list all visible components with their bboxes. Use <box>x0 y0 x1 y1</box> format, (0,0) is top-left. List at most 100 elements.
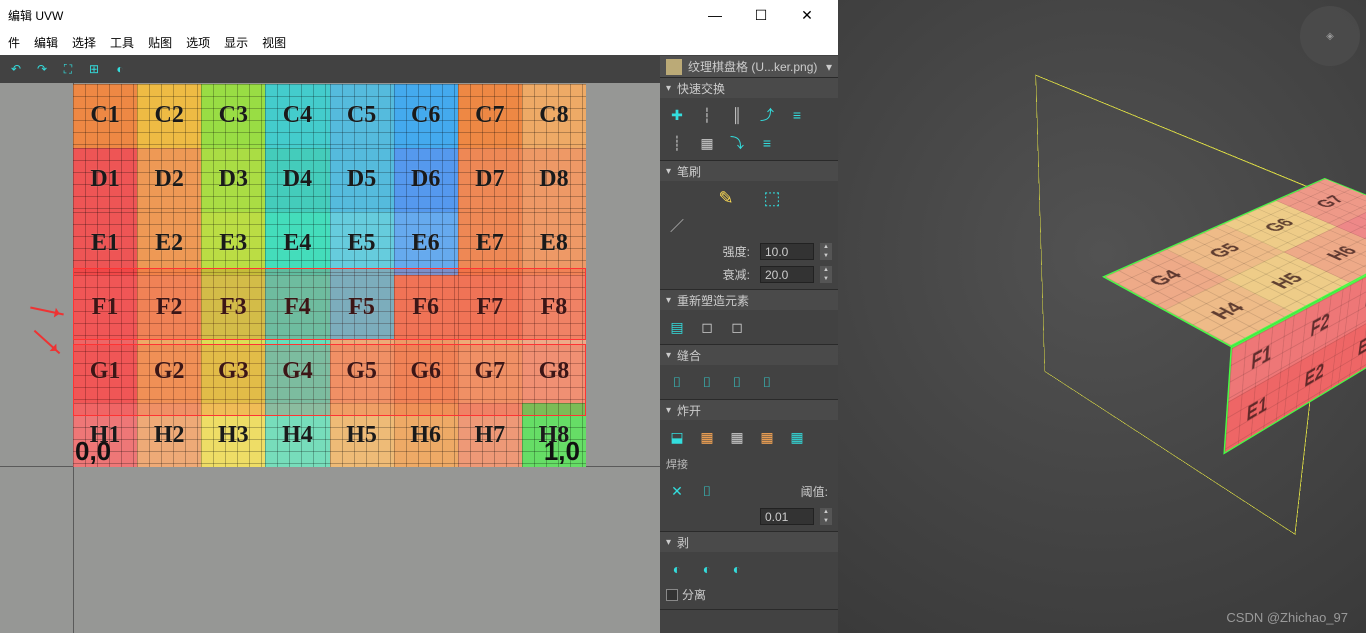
section-header-explode[interactable]: ▾炸开 <box>660 400 838 420</box>
section-reshape: ▾重新塑造元素 ▤ ◻ ◻ <box>660 290 838 345</box>
explode-tool-1[interactable]: ⬓ <box>666 426 688 448</box>
menu-view[interactable]: 视图 <box>262 34 286 51</box>
select-tool-1[interactable]: ⛶ <box>56 57 80 81</box>
section-stitch: ▾缝合 ⌷ ⌷ ⌷ ⌷ <box>660 345 838 400</box>
brush-line-icon[interactable]: ／ <box>666 215 688 237</box>
reshape-tool-2[interactable]: ◻ <box>696 316 718 338</box>
uv-cell-C2: C2 <box>137 84 201 148</box>
section-explode: ▾炸开 ⬓ ▦ ▦ ▦ ▦ 焊接 ✕ ⌷ 阈值: 0.01 ▲▼ <box>660 400 838 532</box>
menu-select[interactable]: 选择 <box>72 34 96 51</box>
stitch-tool-3[interactable]: ⌷ <box>726 371 748 393</box>
menu-file[interactable]: 件 <box>8 34 20 51</box>
viewcube-icon[interactable]: ◈ <box>1300 6 1360 66</box>
watermark: CSDN @Zhichao_97 <box>1226 610 1348 625</box>
uv-cell-D4: D4 <box>265 148 329 212</box>
weld-tool-2[interactable]: ⌷ <box>696 480 718 502</box>
uv-cell-C1: C1 <box>73 84 137 148</box>
maximize-button[interactable]: ☐ <box>738 0 784 30</box>
uv-checker-texture: C1C2C3C4C5C6C7C8D1D2D3D4D5D6D7D8E1E2E3E4… <box>73 84 586 467</box>
spinner-arrows[interactable]: ▲▼ <box>820 243 832 260</box>
texture-dropdown[interactable]: 纹理棋盘格 (U...ker.png) ▾ <box>660 56 838 78</box>
one-label: 1,0 <box>544 436 580 467</box>
uv-cell-E5: E5 <box>330 212 394 276</box>
redo-button[interactable]: ↷ <box>30 57 54 81</box>
spinner-arrows[interactable]: ▲▼ <box>820 508 832 525</box>
quick-tool-7[interactable]: ▦ <box>696 132 718 154</box>
rollout-panel: 纹理棋盘格 (U...ker.png) ▾ ▾快速交换 ✚ ┆ ║ ⤴ ≡ ┊ … <box>660 56 838 633</box>
menubar: 件 编辑 选择 工具 贴图 选项 显示 视图 <box>0 30 838 55</box>
quick-tool-8[interactable]: ⤵ <box>726 132 748 154</box>
uv-cell-E1: E1 <box>73 212 137 276</box>
reshape-tool-1[interactable]: ▤ <box>666 316 688 338</box>
threshold-spinner[interactable]: 阈值: <box>726 483 832 500</box>
uv-cell-C7: C7 <box>458 84 522 148</box>
titlebar: 编辑 UVW — ☐ ✕ <box>0 0 838 30</box>
stitch-tool-4[interactable]: ⌷ <box>756 371 778 393</box>
weld-tool-1[interactable]: ✕ <box>666 480 688 502</box>
window-title: 编辑 UVW <box>8 7 692 24</box>
quick-tool-1[interactable]: ✚ <box>666 104 688 126</box>
section-quick: ▾快速交换 ✚ ┆ ║ ⤴ ≡ ┊ ▦ ⤵ ≡ <box>660 78 838 161</box>
stitch-tool-2[interactable]: ⌷ <box>696 371 718 393</box>
3d-viewport[interactable]: ◈ G4G5G6G7H4H5H6H7 F1F2F3F4E1E2E3E4 G4F4… <box>838 0 1366 633</box>
uv-cell-E8: E8 <box>522 212 586 276</box>
stitch-tool-1[interactable]: ⌷ <box>666 371 688 393</box>
uv-cell-E6: E6 <box>394 212 458 276</box>
quick-tool-4[interactable]: ⤴ <box>756 104 778 126</box>
mode-button[interactable]: ◐ <box>108 57 132 81</box>
menu-edit[interactable]: 编辑 <box>34 34 58 51</box>
explode-tool-2[interactable]: ▦ <box>696 426 718 448</box>
separate-checkbox[interactable]: 分离 <box>666 586 832 603</box>
peel-tool-1[interactable]: ◐ <box>666 558 688 580</box>
uv-cell-D1: D1 <box>73 148 137 212</box>
section-header-brush[interactable]: ▾笔刷 <box>660 161 838 181</box>
explode-tool-5[interactable]: ▦ <box>786 426 808 448</box>
uv-cell-D2: D2 <box>137 148 201 212</box>
brush-tool-2[interactable]: ⬚ <box>761 187 783 209</box>
select-tool-2[interactable]: ⊞ <box>82 57 106 81</box>
section-peel: ▾剥 ◐ ◐ ◐ 分离 <box>660 532 838 610</box>
spinner-arrows[interactable]: ▲▼ <box>820 266 832 283</box>
section-header-quick[interactable]: ▾快速交换 <box>660 78 838 98</box>
texture-icon <box>666 59 682 75</box>
uv-cell-E4: E4 <box>265 212 329 276</box>
annotation-arrow-1 <box>30 306 64 315</box>
quick-tool-3[interactable]: ║ <box>726 104 748 126</box>
weld-label: 焊接 <box>666 454 832 474</box>
falloff-spinner[interactable]: 衰减: 20.0 ▲▼ <box>666 266 832 283</box>
menu-options[interactable]: 选项 <box>186 34 210 51</box>
brush-tool-1[interactable]: ✎ <box>715 187 737 209</box>
close-button[interactable]: ✕ <box>784 0 830 30</box>
uv-cell-C5: C5 <box>330 84 394 148</box>
explode-tool-4[interactable]: ▦ <box>756 426 778 448</box>
section-header-reshape[interactable]: ▾重新塑造元素 <box>660 290 838 310</box>
explode-tool-3[interactable]: ▦ <box>726 426 748 448</box>
annotation-arrow-2 <box>34 330 61 354</box>
uv-cell-C4: C4 <box>265 84 329 148</box>
menu-tools[interactable]: 工具 <box>110 34 134 51</box>
section-header-stitch[interactable]: ▾缝合 <box>660 345 838 365</box>
minimize-button[interactable]: — <box>692 0 738 30</box>
undo-button[interactable]: ↶ <box>4 57 28 81</box>
uv-cell-E7: E7 <box>458 212 522 276</box>
quick-tool-5[interactable]: ≡ <box>786 104 808 126</box>
uv-cell-C8: C8 <box>522 84 586 148</box>
menu-display[interactable]: 显示 <box>224 34 248 51</box>
chevron-down-icon: ▾ <box>826 60 832 74</box>
uv-cell-C3: C3 <box>201 84 265 148</box>
section-header-peel[interactable]: ▾剥 <box>660 532 838 552</box>
quick-tool-9[interactable]: ≡ <box>756 132 778 154</box>
uv-cell-E2: E2 <box>137 212 201 276</box>
uv-cell-D7: D7 <box>458 148 522 212</box>
peel-tool-2[interactable]: ◐ <box>696 558 718 580</box>
uv-cell-D5: D5 <box>330 148 394 212</box>
uv-cell-D6: D6 <box>394 148 458 212</box>
quick-tool-6[interactable]: ┊ <box>666 132 688 154</box>
peel-tool-3[interactable]: ◐ <box>726 558 748 580</box>
reshape-tool-3[interactable]: ◻ <box>726 316 748 338</box>
menu-map[interactable]: 贴图 <box>148 34 172 51</box>
strength-spinner[interactable]: 强度: 10.0 ▲▼ <box>666 243 832 260</box>
selection-row-g <box>73 344 586 416</box>
quick-tool-2[interactable]: ┆ <box>696 104 718 126</box>
uv-cell-D3: D3 <box>201 148 265 212</box>
